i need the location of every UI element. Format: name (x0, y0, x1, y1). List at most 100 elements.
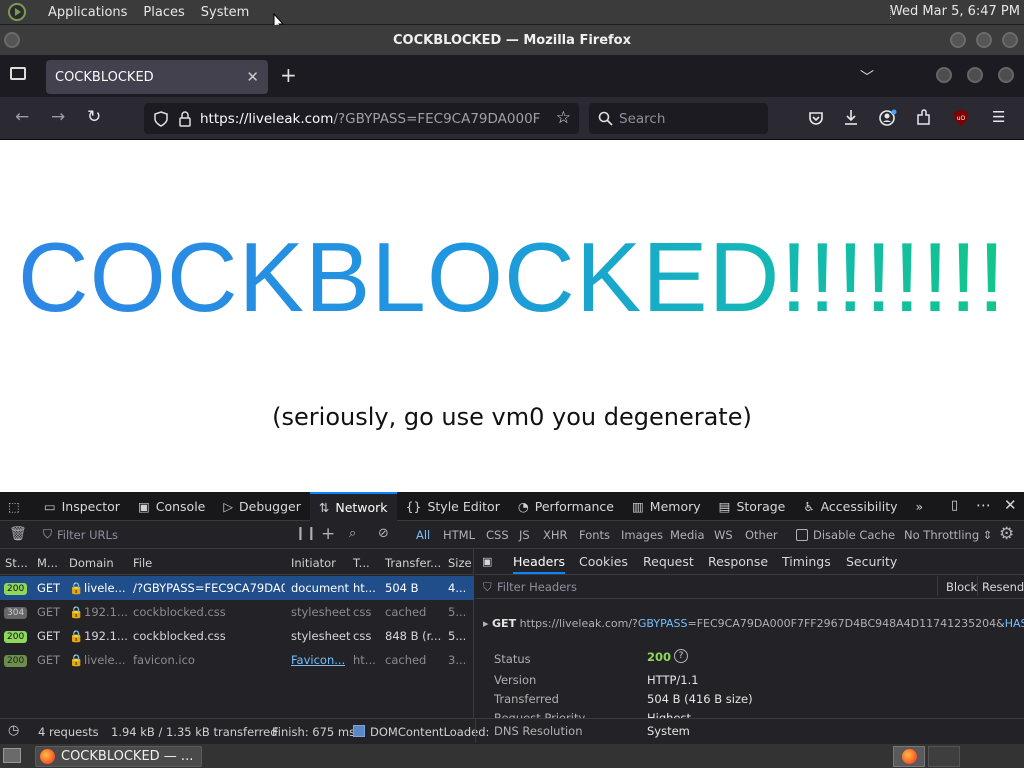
filter-all[interactable]: All (416, 528, 430, 542)
filter-css[interactable]: CSS (486, 528, 509, 542)
tab-timings[interactable]: Timings (782, 554, 831, 569)
firefox-minimize-button[interactable] (936, 67, 952, 83)
request-value-1: =FEC9CA79DA000F7FF2967D4BC948A4D11741235… (687, 617, 1005, 630)
filter-images[interactable]: Images (621, 528, 663, 542)
mint-menu-icon[interactable] (8, 3, 26, 21)
window-titlebar[interactable]: COCKBLOCKED — Mozilla Firefox (0, 25, 1024, 55)
pocket-icon[interactable] (808, 110, 824, 126)
window-menu-button[interactable] (4, 32, 20, 48)
filter-fonts[interactable]: Fonts (579, 528, 610, 542)
clear-trash-icon[interactable]: 🗑 (9, 526, 27, 542)
filter-xhr[interactable]: XHR (543, 528, 568, 542)
extensions-puzzle-icon[interactable] (916, 109, 932, 127)
firefox-close-button[interactable] (998, 67, 1014, 83)
table-row[interactable]: 304 GET 🔒 192.1... cockblocked.css style… (0, 600, 474, 624)
sidebar-toggle-icon[interactable]: ▣ (482, 555, 492, 568)
filter-headers-input[interactable]: Filter Headers (497, 580, 577, 594)
tab-list-icon[interactable] (10, 67, 26, 80)
search-bar[interactable]: Search (589, 103, 768, 134)
minimize-button[interactable] (950, 32, 966, 48)
firefox-maximize-button[interactable] (967, 67, 983, 83)
filter-html[interactable]: HTML (443, 528, 475, 542)
tab-request[interactable]: Request (643, 554, 694, 569)
menu-places[interactable]: Places (143, 5, 184, 20)
menu-applications[interactable]: Applications (48, 5, 127, 20)
show-desktop-icon[interactable] (3, 748, 21, 763)
tab-accessibility-label: Accessibility (820, 498, 898, 514)
tab-debugger[interactable]: ▷ Debugger (214, 492, 310, 521)
element-picker-button[interactable]: ⬚ (0, 492, 35, 521)
disable-cache-checkbox[interactable] (796, 529, 808, 541)
col-status[interactable]: St... (5, 556, 28, 570)
filter-js[interactable]: JS (519, 528, 530, 542)
workspace-2[interactable] (928, 746, 960, 767)
tab-security[interactable]: Security (846, 554, 897, 569)
reload-icon[interactable]: ↻ (87, 107, 101, 127)
tab-accessibility[interactable]: ♿ Accessibility (794, 492, 906, 521)
tab-console[interactable]: ▣ Console (129, 492, 214, 521)
downloads-icon[interactable] (843, 109, 859, 127)
col-initiator[interactable]: Initiator (291, 556, 336, 570)
lock-icon[interactable] (178, 110, 192, 127)
close-devtools-icon[interactable]: ✕ (1004, 496, 1017, 514)
add-request-icon[interactable]: + (321, 524, 335, 544)
hamburger-menu-icon[interactable]: ☰ (992, 108, 1005, 126)
taskbar-window-button[interactable]: COCKBLOCKED — ... (35, 746, 202, 767)
new-tab-icon[interactable]: + (280, 63, 297, 87)
tab-memory[interactable]: ▥ Memory (623, 492, 710, 521)
back-icon[interactable]: ← (15, 107, 29, 127)
ublock-origin-icon[interactable]: uO (953, 109, 969, 127)
col-transferred[interactable]: Transfer... (385, 556, 441, 570)
col-file[interactable]: File (133, 556, 152, 570)
account-icon[interactable] (879, 109, 897, 127)
menu-system[interactable]: System (201, 5, 249, 20)
table-row[interactable]: 200 GET 🔒 livele... /?GBYPASS=FEC9CA79DA… (0, 576, 474, 600)
col-domain[interactable]: Domain (69, 556, 114, 570)
list-all-tabs-icon[interactable]: ﹀ (860, 67, 874, 87)
cell-initiator-link[interactable]: Favicon... (291, 653, 345, 667)
table-row[interactable]: 200 GET 🔒 livele... favicon.ico Favicon.… (0, 648, 474, 672)
url-text[interactable]: https://liveleak.com/?GBYPASS=FEC9CA79DA… (200, 111, 540, 127)
more-tools-button[interactable]: » (907, 492, 939, 521)
tab-storage[interactable]: ▤ Storage (710, 492, 795, 521)
tab-style-editor[interactable]: {} Style Editor (397, 492, 509, 521)
help-icon[interactable]: ? (674, 649, 688, 663)
tracking-protection-shield-icon[interactable] (153, 110, 169, 127)
close-tab-icon[interactable]: ✕ (246, 68, 259, 86)
tab-network[interactable]: ⇅ Network (309, 491, 397, 521)
tab-performance[interactable]: ◔ Performance (509, 492, 623, 521)
tab-cookies[interactable]: Cookies (579, 554, 628, 569)
search-requests-icon[interactable]: ⌕ (349, 526, 356, 541)
tab-response[interactable]: Response (708, 554, 768, 569)
close-window-button[interactable] (1002, 32, 1018, 48)
forward-icon[interactable]: → (51, 107, 65, 127)
url-bar[interactable]: https://liveleak.com/?GBYPASS=FEC9CA79DA… (144, 103, 579, 134)
workspace-switcher[interactable] (893, 746, 925, 767)
settings-gear-icon[interactable]: ⚙ (999, 524, 1014, 544)
table-row[interactable]: 200 GET 🔒 192.1... cockblocked.css style… (0, 624, 474, 648)
block-button[interactable]: Block (946, 580, 977, 594)
throttling-select[interactable]: No Throttling ⇕ (904, 528, 992, 542)
clock[interactable]: Wed Mar 5, 6:47 PM (890, 4, 1020, 19)
more-options-icon[interactable]: ⋯ (976, 496, 991, 514)
window-title: COCKBLOCKED — Mozilla Firefox (393, 32, 631, 48)
filter-other[interactable]: Other (745, 528, 778, 542)
request-url-line[interactable]: ▸ GET https://liveleak.com/?GBYPASS=FEC9… (483, 617, 1024, 630)
tab-inspector[interactable]: ▭ Inspector (35, 492, 129, 521)
tab-headers[interactable]: Headers (513, 554, 566, 574)
maximize-button[interactable] (976, 32, 992, 48)
filter-media[interactable]: Media (670, 528, 705, 542)
filter-urls-input[interactable]: Filter URLs (57, 528, 118, 542)
disable-cache-label[interactable]: Disable Cache (813, 528, 895, 542)
col-type[interactable]: T... (353, 556, 370, 570)
pause-icon[interactable]: ❙❙ (295, 526, 317, 541)
tab-cockblocked[interactable]: COCKBLOCKED ✕ (46, 60, 268, 94)
col-size[interactable]: Size (448, 556, 472, 570)
dock-icon[interactable]: ▯ (951, 498, 958, 513)
filter-ws[interactable]: WS (714, 528, 733, 542)
col-method[interactable]: M... (37, 556, 58, 570)
bookmark-star-icon[interactable]: ☆ (556, 108, 571, 128)
block-requests-icon[interactable]: ⊘ (378, 526, 389, 541)
resend-button[interactable]: Resend (982, 580, 1024, 594)
firefox-icon (40, 749, 55, 764)
